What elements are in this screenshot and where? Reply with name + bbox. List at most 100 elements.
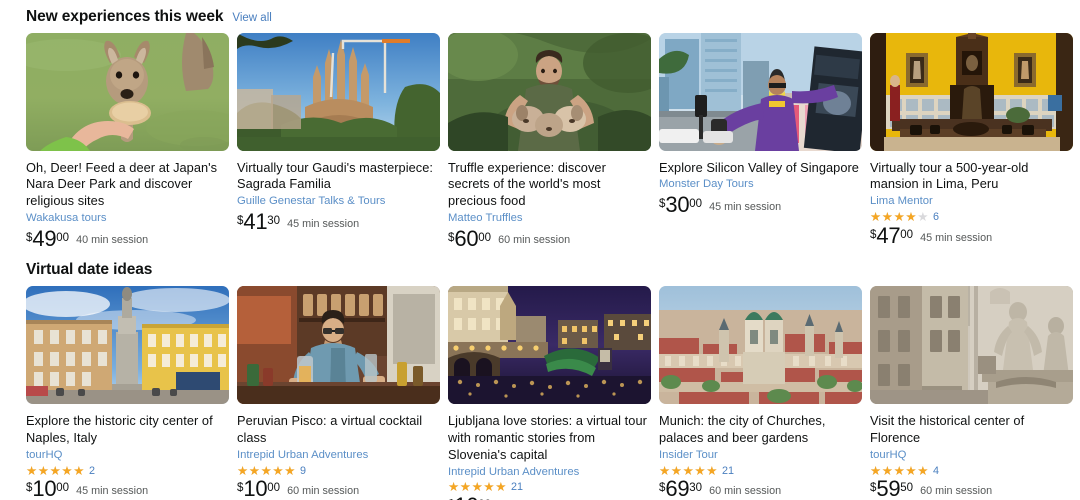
rating-row[interactable]: ★★★★★ ★★★★★ 6 [870, 211, 1073, 224]
experience-host[interactable]: Insider Tour [659, 448, 862, 463]
experience-duration: 45 min session [287, 217, 360, 230]
experience-thumbnail[interactable] [870, 32, 1073, 151]
stars-filled: ★★★★★ [448, 481, 508, 494]
experience-title[interactable]: Explore Silicon Valley of Singapore [659, 160, 862, 177]
card-meta: Virtually tour a 500-year-old mansion in… [870, 151, 1073, 247]
price-fraction: 00 [56, 482, 70, 495]
singapore-guide-photo [659, 32, 862, 151]
experience-card[interactable]: Peruvian Pisco: a virtual cocktail class… [237, 286, 448, 500]
experience-duration: 60 min session [920, 484, 993, 497]
experience-host[interactable]: Intrepid Urban Adventures [448, 465, 651, 480]
star-rating[interactable]: ★★★★★ ★★★★★ [237, 464, 296, 477]
section-title: New experiences this week [26, 8, 224, 25]
experience-thumbnail[interactable] [237, 32, 440, 151]
star-rating[interactable]: ★★★★★ ★★★★★ [659, 464, 719, 477]
experience-title[interactable]: Explore the historic city center of Napl… [26, 413, 229, 447]
experience-host[interactable]: Monster Day Tours [659, 177, 862, 192]
naples-piazza-photo [26, 286, 229, 404]
price-whole: 59 [876, 476, 901, 500]
experience-host[interactable]: Matteo Truffles [448, 211, 651, 226]
star-rating[interactable]: ★★★★★ ★★★★★ [26, 464, 85, 477]
florence-statue-photo [870, 286, 1073, 404]
experience-price: $ 49 00 [26, 225, 69, 251]
review-count[interactable]: 21 [722, 465, 734, 477]
experience-price: $ 10 00 [26, 476, 70, 500]
price-line: $ 30 00 45 min session [659, 193, 862, 216]
experience-card[interactable]: Virtually tour a 500-year-old mansion in… [870, 32, 1073, 250]
review-count[interactable]: 21 [511, 481, 523, 493]
review-count[interactable]: 2 [89, 465, 95, 477]
card-meta: Munich: the city of Churches, palaces an… [659, 404, 862, 500]
experience-title[interactable]: Virtually tour a 500-year-old mansion in… [870, 160, 1073, 194]
experience-duration: 45 min session [709, 200, 782, 213]
experience-card[interactable]: Ljubljana love stories: a virtual tour w… [448, 286, 659, 500]
star-rating[interactable]: ★★★★★ ★★★★★ [870, 464, 930, 477]
price-line: $ 10 00 60 min session [237, 478, 440, 500]
experience-thumbnail[interactable] [448, 32, 651, 151]
section-new-experiences: New experiences this week View all Oh, D… [0, 0, 1080, 249]
experience-title[interactable]: Oh, Deer! Feed a deer at Japan's Nara De… [26, 160, 229, 211]
stars-filled: ★★★★★ [659, 464, 719, 477]
experience-duration: 45 min session [76, 484, 149, 497]
rating-row[interactable]: ★★★★★ ★★★★★ 21 [448, 481, 651, 494]
price-fraction: 00 [900, 228, 914, 241]
experience-title[interactable]: Ljubljana love stories: a virtual tour w… [448, 413, 651, 464]
price-line: $ 10 00 45 min session [26, 476, 229, 500]
truffle-hunter-with-dogs-photo [448, 32, 651, 151]
experience-title[interactable]: Truffle experience: discover secrets of … [448, 160, 651, 211]
price-line: $ 69 30 60 min session [659, 478, 862, 500]
review-count[interactable]: 9 [300, 465, 306, 477]
experience-card[interactable]: Truffle experience: discover secrets of … [448, 32, 659, 250]
experience-thumbnail[interactable] [870, 286, 1073, 404]
price-fraction: 00 [689, 197, 703, 210]
rating-row[interactable]: ★★★★★ ★★★★★ 2 [26, 464, 229, 477]
review-count[interactable]: 4 [933, 465, 939, 477]
experience-card[interactable]: Virtually tour Gaudi's masterpiece: Sagr… [237, 32, 448, 250]
review-count[interactable]: 6 [933, 211, 939, 223]
card-row: Explore the historic city center of Napl… [18, 286, 1073, 500]
price-line: $ 49 00 40 min session [26, 225, 229, 251]
view-all-link[interactable]: View all [232, 12, 271, 24]
star-rating[interactable]: ★★★★★ ★★★★★ [448, 481, 508, 494]
price-fraction: 30 [689, 482, 703, 495]
rating-row[interactable]: ★★★★★ ★★★★★ 4 [870, 464, 1073, 477]
experience-thumbnail[interactable] [237, 286, 440, 404]
experience-card[interactable]: Explore the historic city center of Napl… [26, 286, 237, 500]
rating-row[interactable]: ★★★★★ ★★★★★ 21 [659, 464, 862, 477]
star-rating[interactable]: ★★★★★ ★★★★★ [870, 211, 929, 224]
experience-card[interactable]: Visit the historical center of Florence … [870, 286, 1073, 500]
experience-card[interactable]: Munich: the city of Churches, palaces an… [659, 286, 870, 500]
section-header: New experiences this week View all [18, 0, 1062, 33]
experience-host[interactable]: Wakakusa tours [26, 211, 229, 226]
ljubljana-river-night-photo [448, 286, 651, 404]
experience-card[interactable]: Explore Silicon Valley of Singapore Mons… [659, 32, 870, 250]
experience-host[interactable]: tourHQ [26, 448, 229, 463]
price-whole: 10 [32, 476, 57, 500]
experience-card[interactable]: Oh, Deer! Feed a deer at Japan's Nara De… [26, 32, 237, 250]
experience-title[interactable]: Munich: the city of Churches, palaces an… [659, 413, 862, 447]
experience-price: $ 69 30 [659, 478, 703, 500]
card-meta: Ljubljana love stories: a virtual tour w… [448, 404, 651, 500]
card-row: Oh, Deer! Feed a deer at Japan's Nara De… [18, 32, 1073, 250]
experience-host[interactable]: Lima Mentor [870, 194, 1073, 209]
price-line: $ 41 30 45 min session [237, 210, 440, 233]
experience-host[interactable]: Guille Genestar Talks & Tours [237, 194, 440, 209]
experience-host[interactable]: Intrepid Urban Adventures [237, 448, 440, 463]
experience-thumbnail[interactable] [659, 286, 862, 404]
stars-filled: ★★★★★ [870, 211, 918, 224]
rating-row[interactable]: ★★★★★ ★★★★★ 9 [237, 464, 440, 477]
experience-thumbnail[interactable] [26, 286, 229, 404]
experience-title[interactable]: Visit the historical center of Florence [870, 413, 1073, 447]
price-whole: 10 [454, 494, 478, 500]
experience-title[interactable]: Virtually tour Gaudi's masterpiece: Sagr… [237, 160, 440, 194]
experience-thumbnail[interactable] [448, 286, 651, 404]
card-meta: Oh, Deer! Feed a deer at Japan's Nara De… [26, 151, 229, 250]
stars-filled: ★★★★★ [870, 464, 930, 477]
price-line: $ 47 00 45 min session [870, 224, 1073, 247]
price-whole: 49 [32, 225, 57, 251]
experiences-browse-page: New experiences this week View all Oh, D… [0, 0, 1080, 500]
experience-thumbnail[interactable] [26, 32, 229, 151]
experience-host[interactable]: tourHQ [870, 448, 1073, 463]
experience-thumbnail[interactable] [659, 32, 862, 151]
experience-title[interactable]: Peruvian Pisco: a virtual cocktail class [237, 413, 440, 447]
